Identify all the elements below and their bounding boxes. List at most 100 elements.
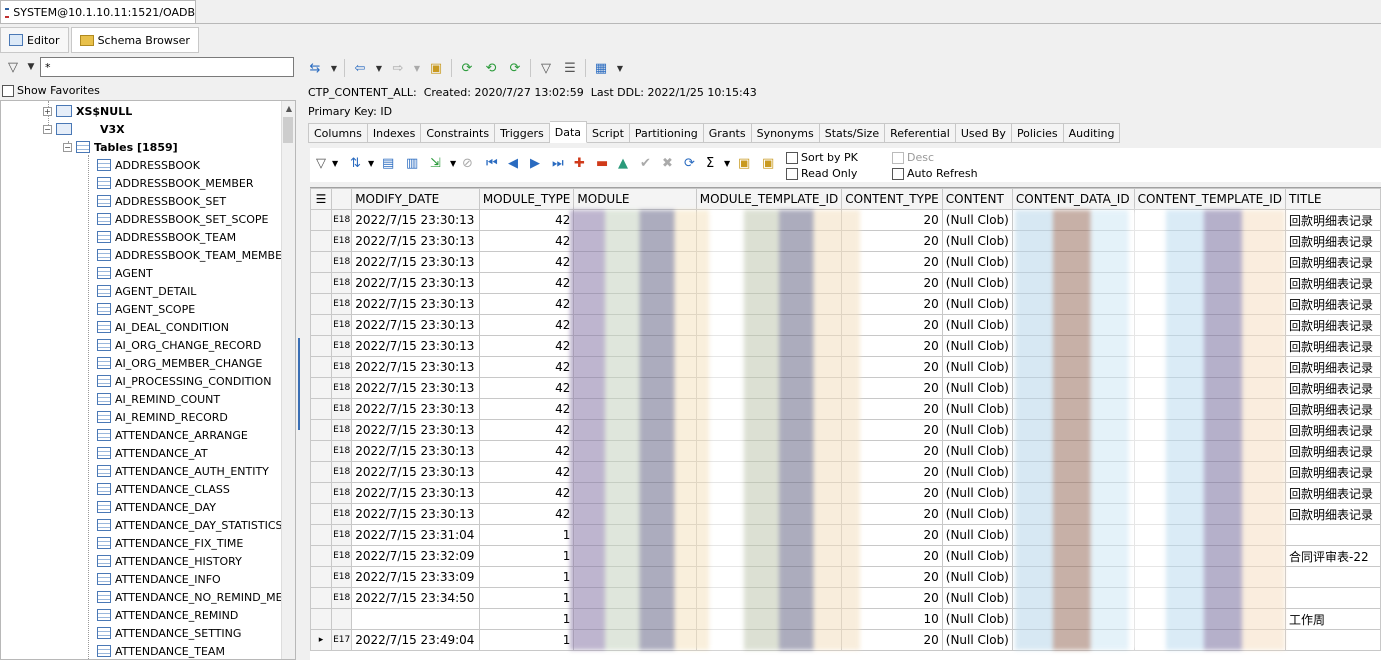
- scroll-up-icon[interactable]: ▲: [282, 101, 295, 115]
- cell-module-type[interactable]: 42: [478, 356, 575, 378]
- cell-content[interactable]: (Null Clob): [941, 377, 1013, 399]
- column-header-module-template-id[interactable]: MODULE_TEMPLATE_ID: [695, 188, 843, 210]
- tree-table-item[interactable]: AI_REMIND_COUNT: [97, 390, 220, 408]
- object-filter-input[interactable]: [40, 57, 294, 77]
- row-indicator[interactable]: [310, 524, 333, 546]
- tree-node-v3x[interactable]: − V3X: [43, 120, 125, 138]
- cell-module-type[interactable]: 42: [478, 482, 575, 504]
- row-id-cell[interactable]: E18: [331, 419, 353, 441]
- cell-module-type[interactable]: 1: [478, 608, 575, 630]
- tree-scrollbar[interactable]: ▲: [281, 101, 295, 659]
- connection-select-icon[interactable]: ⇆: [306, 59, 324, 77]
- tab-grants[interactable]: Grants: [703, 123, 752, 143]
- tree-table-item[interactable]: ADDRESSBOOK_SET_SCOPE: [97, 210, 268, 228]
- tree-node-tables[interactable]: − Tables [1859]: [63, 138, 178, 156]
- tree-table-item[interactable]: AI_DEAL_CONDITION: [97, 318, 229, 336]
- row-indicator[interactable]: [310, 419, 333, 441]
- row-indicator[interactable]: [310, 251, 333, 273]
- cell-modify-date[interactable]: 2022/7/15 23:34:50: [351, 587, 480, 609]
- open-folder-icon[interactable]: ▣: [427, 59, 445, 77]
- cell-module-type[interactable]: 42: [478, 503, 575, 525]
- cell-content[interactable]: (Null Clob): [941, 587, 1013, 609]
- layout-icon[interactable]: ▦: [592, 59, 610, 77]
- cell-content[interactable]: (Null Clob): [941, 482, 1013, 504]
- row-id-cell[interactable]: E18: [331, 335, 353, 357]
- data-grid[interactable]: ☰ MODIFY_DATE MODULE_TYPE MODULE MODULE_…: [310, 187, 1381, 660]
- desc-checkbox[interactable]: Desc: [892, 151, 934, 164]
- filter-icon[interactable]: ▽: [537, 59, 555, 77]
- row-id-cell[interactable]: E18: [331, 230, 353, 252]
- dropdown-icon[interactable]: ▼: [450, 159, 456, 168]
- row-indicator[interactable]: [310, 587, 333, 609]
- cell-modify-date[interactable]: 2022/7/15 23:30:13: [351, 440, 480, 462]
- row-id-cell[interactable]: E18: [331, 545, 353, 567]
- cell-title[interactable]: 回款明细表记录: [1285, 440, 1381, 462]
- cell-content[interactable]: (Null Clob): [941, 335, 1013, 357]
- row-id-cell[interactable]: E18: [331, 503, 353, 525]
- tab-data[interactable]: Data: [549, 121, 588, 143]
- column-header-module[interactable]: MODULE: [573, 188, 697, 210]
- row-id-cell[interactable]: [331, 608, 353, 630]
- cell-content[interactable]: (Null Clob): [941, 461, 1013, 483]
- cell-module-type[interactable]: 42: [478, 440, 575, 462]
- cell-module-type[interactable]: 42: [478, 461, 575, 483]
- load-lob-icon[interactable]: ▣: [762, 156, 774, 171]
- cell-title[interactable]: 合同评审表-22: [1285, 545, 1381, 567]
- tab-editor[interactable]: Editor: [0, 27, 69, 53]
- cell-content[interactable]: (Null Clob): [941, 545, 1013, 567]
- cell-content[interactable]: (Null Clob): [941, 440, 1013, 462]
- connection-tab[interactable]: SYSTEM@10.1.10.11:1521/OADB: [0, 0, 196, 24]
- cancel-query-icon[interactable]: ⊘: [462, 156, 473, 171]
- row-id-cell[interactable]: E18: [331, 566, 353, 588]
- row-id-cell[interactable]: E18: [331, 251, 353, 273]
- cell-modify-date[interactable]: 2022/7/15 23:30:13: [351, 377, 480, 399]
- row-id-cell[interactable]: E18: [331, 377, 353, 399]
- row-indicator[interactable]: [310, 566, 333, 588]
- collapse-icon[interactable]: −: [43, 124, 52, 134]
- tree-table-item[interactable]: AGENT_SCOPE: [97, 300, 195, 318]
- tree-table-item[interactable]: ATTENDANCE_REMIND: [97, 606, 238, 624]
- save-lob-icon[interactable]: ▣: [738, 156, 750, 171]
- cell-content[interactable]: (Null Clob): [941, 272, 1013, 294]
- show-favorites-box[interactable]: [2, 84, 14, 97]
- row-indicator[interactable]: [310, 356, 333, 378]
- cell-title[interactable]: 回款明细表记录: [1285, 335, 1381, 357]
- refresh-icon[interactable]: ⟳: [458, 59, 476, 77]
- cancel-edit-icon[interactable]: ✖: [662, 156, 673, 171]
- cell-title[interactable]: 回款明细表记录: [1285, 251, 1381, 273]
- tree-table-item[interactable]: ADDRESSBOOK_MEMBER: [97, 174, 253, 192]
- row-indicator[interactable]: [310, 503, 333, 525]
- cell-module-type[interactable]: 1: [478, 545, 575, 567]
- post-edit-icon[interactable]: ✔: [640, 156, 651, 171]
- tree-table-item[interactable]: ATTENDANCE_CLASS: [97, 480, 230, 498]
- cell-module-type[interactable]: 1: [478, 524, 575, 546]
- cell-modify-date[interactable]: 2022/7/15 23:30:13: [351, 251, 480, 273]
- tab-partitioning[interactable]: Partitioning: [629, 123, 704, 143]
- cell-title[interactable]: [1285, 566, 1381, 588]
- row-indicator[interactable]: [310, 377, 333, 399]
- row-id-cell[interactable]: E18: [331, 356, 353, 378]
- row-indicator[interactable]: [310, 398, 333, 420]
- row-indicator[interactable]: [310, 335, 333, 357]
- row-id-cell[interactable]: E18: [331, 587, 353, 609]
- row-indicator[interactable]: [310, 230, 333, 252]
- show-favorites-checkbox[interactable]: Show Favorites: [2, 84, 100, 97]
- cell-title[interactable]: 回款明细表记录: [1285, 398, 1381, 420]
- cell-title[interactable]: 回款明细表记录: [1285, 293, 1381, 315]
- auto-refresh-box[interactable]: [892, 167, 904, 180]
- dropdown-icon[interactable]: ▼: [368, 159, 374, 168]
- cell-modify-date[interactable]: 2022/7/15 23:30:13: [351, 335, 480, 357]
- row-indicator[interactable]: [310, 293, 333, 315]
- column-header-content[interactable]: CONTENT: [941, 188, 1013, 210]
- row-indicator[interactable]: [310, 314, 333, 336]
- cell-content[interactable]: (Null Clob): [941, 209, 1013, 231]
- cell-title[interactable]: 回款明细表记录: [1285, 377, 1381, 399]
- cell-content[interactable]: (Null Clob): [941, 356, 1013, 378]
- expand-icon[interactable]: +: [43, 106, 52, 116]
- read-only-checkbox[interactable]: Read Only: [786, 167, 857, 180]
- cell-module-type[interactable]: 1: [478, 629, 575, 651]
- schema-tree[interactable]: + XS$NULL − V3X − Tables [1859] ADDRESSB…: [0, 100, 296, 660]
- cell-modify-date[interactable]: 2022/7/15 23:30:13: [351, 503, 480, 525]
- cell-title[interactable]: 回款明细表记录: [1285, 419, 1381, 441]
- filter-dropdown-icon[interactable]: ▼: [26, 58, 36, 76]
